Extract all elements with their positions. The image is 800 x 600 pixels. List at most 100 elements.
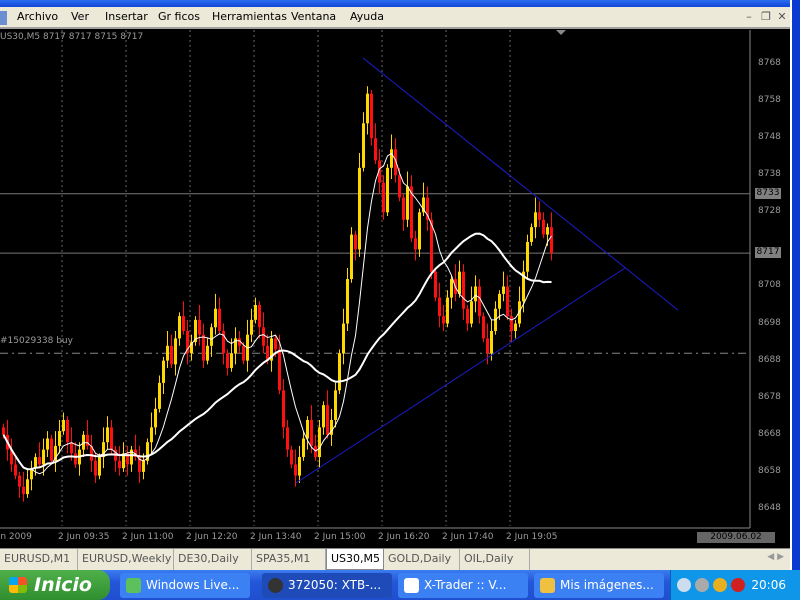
menu-ayuda[interactable]: Ayuda: [350, 10, 384, 23]
candle-bearish: [294, 464, 297, 476]
price-marker: 8717: [755, 247, 781, 259]
candle-bullish: [334, 390, 337, 420]
candle-bearish: [290, 449, 293, 465]
menu-insertar[interactable]: Insertar: [105, 10, 148, 23]
candle-bearish: [414, 238, 417, 250]
candle-bullish: [534, 212, 537, 228]
messenger-icon: [126, 578, 141, 593]
candle-bearish: [74, 453, 77, 465]
candle-bearish: [202, 334, 205, 361]
clock: 20:06: [751, 578, 786, 592]
candle-bullish: [306, 419, 309, 439]
metatrader-icon: [268, 578, 283, 593]
candle-bearish: [486, 338, 489, 354]
symbol-info: US30,M5 8717 8717 8715 8717: [0, 32, 144, 42]
candle-bullish: [350, 234, 353, 280]
candle-bearish: [70, 442, 73, 454]
task-windows-live[interactable]: Windows Live...: [120, 573, 250, 598]
trendline-upper: [362, 57, 679, 311]
tab-us30-m5[interactable]: US30,M5: [326, 549, 384, 570]
menu-ventana[interactable]: Ventana: [291, 10, 336, 23]
candle-bearish: [242, 345, 245, 361]
candle-bullish: [514, 323, 517, 331]
task-label: Mis imágenes...: [560, 578, 654, 592]
candle-bearish: [382, 182, 385, 213]
task-label: X-Trader :: V...: [424, 578, 507, 592]
chart-shift-marker: [556, 30, 566, 35]
task-x-trader[interactable]: X-Trader :: V...: [398, 573, 528, 598]
security-shield-icon[interactable]: [731, 578, 745, 592]
candle-bearish: [550, 227, 553, 254]
candle-bearish: [398, 175, 401, 198]
candle-bullish: [178, 316, 181, 339]
candle-bullish: [342, 323, 345, 354]
candle-bearish: [370, 93, 373, 139]
price-tick: 8768: [758, 58, 781, 68]
tab-de30-daily[interactable]: DE30,Daily: [174, 549, 252, 570]
tab-eurusd-weekly[interactable]: EURUSD,Weekly: [78, 549, 174, 570]
start-label: Inicio: [34, 574, 92, 596]
tab-gold-daily[interactable]: GOLD,Daily: [384, 549, 460, 570]
tab-eurusd-m1[interactable]: EURUSD,M1: [0, 549, 78, 570]
candle-bearish: [66, 419, 69, 443]
candle-bearish: [262, 327, 265, 346]
candle-bullish: [406, 186, 409, 220]
candle-bearish: [38, 457, 41, 465]
user-icon[interactable]: [695, 578, 709, 592]
start-button[interactable]: Inicio: [0, 570, 110, 600]
candle-bearish: [438, 297, 441, 317]
candle-bearish: [198, 319, 201, 335]
candle-bullish: [322, 405, 325, 428]
candle-bullish: [210, 327, 213, 346]
tray-expand-icon[interactable]: [677, 578, 691, 592]
candle-bullish: [46, 438, 49, 450]
price-tick: 8648: [758, 502, 781, 513]
candle-bearish: [402, 197, 405, 220]
order-label[interactable]: #15029338 buy: [0, 336, 73, 346]
task-label: Windows Live...: [146, 578, 240, 592]
candle-bearish: [22, 486, 25, 495]
menu-ver[interactable]: Ver: [71, 10, 89, 23]
menu-archivo[interactable]: Archivo: [17, 10, 58, 23]
minimize-button[interactable]: –: [740, 9, 758, 25]
candle-bearish: [226, 353, 229, 369]
candle-bearish: [510, 316, 513, 331]
windows-logo-icon: [9, 577, 27, 593]
candle-bullish: [254, 305, 257, 320]
task-xtb[interactable]: 372050: XTB-...: [262, 573, 392, 598]
candle-bullish: [58, 431, 61, 446]
tab-spa35-m1[interactable]: SPA35,M1: [252, 549, 326, 570]
menu-herramientas[interactable]: Herramientas: [212, 10, 287, 23]
task-mis-imagenes[interactable]: Mis imágenes...: [534, 573, 664, 598]
ie-icon: [404, 578, 419, 593]
title-bar: [0, 0, 800, 7]
candle-bullish: [502, 286, 505, 294]
price-chart[interactable]: US30,M5 8717 8717 8715 8717 #15029338 bu…: [0, 30, 790, 553]
price-tick: 8738: [758, 169, 781, 180]
app-icon[interactable]: [0, 11, 7, 25]
date-box: 2009.06.02 23:50: [697, 532, 775, 553]
candle-bullish: [298, 457, 301, 476]
candle-bearish: [442, 316, 445, 324]
candle-bullish: [302, 438, 305, 458]
menu-bar: Archivo Ver Insertar Gr ficos Herramient…: [0, 7, 790, 29]
candle-bearish: [274, 338, 277, 350]
candle-bullish: [42, 449, 45, 465]
candle-bullish: [26, 479, 29, 495]
tab-oil-daily[interactable]: OIL,Daily: [460, 549, 530, 570]
candle-bearish: [310, 419, 313, 446]
candle-bullish: [106, 427, 109, 443]
candle-bearish: [110, 427, 113, 450]
network-icon[interactable]: [713, 578, 727, 592]
close-button[interactable]: ✕: [773, 9, 791, 25]
candle-bearish: [2, 427, 5, 435]
time-tick: 2 Jun 19:05: [506, 532, 558, 542]
price-marker: 8733: [755, 187, 781, 199]
candle-bearish: [218, 308, 221, 331]
time-tick: 2 Jun 12:20: [186, 532, 238, 542]
candle-bearish: [354, 234, 357, 250]
tab-scroll-arrows[interactable]: ◀ ▶: [767, 552, 784, 562]
candle-bullish: [446, 297, 449, 324]
menu-graficos[interactable]: Gr ficos: [158, 10, 200, 23]
time-tick: 2 Jun 11:00: [122, 532, 174, 542]
